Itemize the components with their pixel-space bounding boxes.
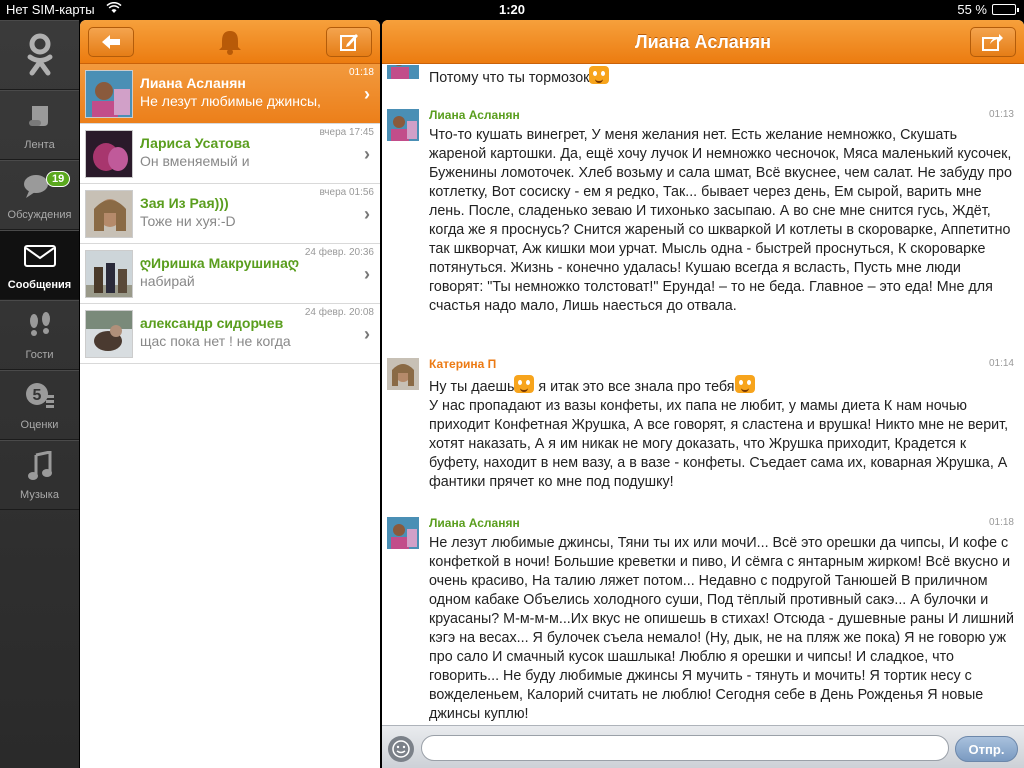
list-header [80, 20, 380, 64]
avatar [387, 517, 419, 549]
chat-title: Лиана Асланян [634, 32, 772, 52]
smiley-icon [514, 375, 535, 393]
message-body: Ну ты даешь [429, 379, 515, 395]
nav-label: Лента [24, 139, 55, 151]
conversation-time: вчера 01:56 [319, 187, 374, 198]
conversation-preview: щас пока нет ! не когда [140, 333, 291, 349]
battery-indicator: 55 % [957, 2, 1019, 17]
smiley-icon [734, 375, 755, 393]
avatar [85, 190, 133, 238]
conversation-name: Лариса Усатова [140, 135, 250, 151]
conversation-preview: Не лезут любимые джинсы, [140, 93, 321, 109]
message-author: Катерина П [429, 357, 497, 371]
send-button[interactable]: Отпр. [955, 736, 1018, 762]
smiley-face-icon [392, 740, 410, 758]
message-author: Лиана Асланян [429, 516, 520, 530]
message-author: Лиана Асланян [429, 108, 520, 122]
conversation-item[interactable]: Зая Из Рая))) Тоже ни хуя:-D вчера 01:56… [80, 184, 380, 244]
conversation-time: 01:18 [348, 67, 374, 78]
avatar [85, 130, 133, 178]
message-text: Что-то кушать винегрет, У меня желания н… [429, 127, 1012, 314]
avatar [85, 70, 133, 118]
status-bar: Нет SIM-карты 1:20 55 % [0, 0, 1024, 20]
message-time: 01:14 [988, 358, 1014, 369]
nav-label: Музыка [20, 489, 59, 501]
conversation-name: Лиана Асланян [140, 75, 246, 91]
share-icon [982, 34, 1003, 51]
compose-button[interactable] [326, 27, 372, 57]
message-body: я итак это все знала про тебя [538, 379, 735, 395]
avatar [387, 65, 419, 79]
nav-item-music[interactable]: Музыка [0, 440, 79, 510]
ok-logo[interactable] [0, 20, 79, 90]
conversation-time: 24 февр. 20:36 [304, 247, 374, 258]
conversation-time: вчера 17:45 [319, 127, 374, 138]
feed-icon [23, 99, 57, 133]
chevron-right-icon: › [364, 84, 370, 104]
nav-label: Гости [25, 349, 54, 361]
compose-bar: Отпр. [382, 725, 1024, 768]
compose-icon [340, 34, 358, 51]
ok-logo-icon [27, 33, 52, 76]
nav-item-feed[interactable]: Лента [0, 90, 79, 160]
message-time: 01:13 [988, 109, 1014, 120]
conversation-item[interactable]: ღИришка Макрушинаღ набирай 24 февр. 20:3… [80, 244, 380, 304]
nav-item-messages[interactable]: Сообщения [0, 230, 79, 300]
conversation-preview: набирай [140, 273, 195, 289]
nav-item-guests[interactable]: Гости [0, 300, 79, 370]
clock: 1:20 [498, 2, 526, 17]
discussions-badge: 19 [46, 171, 71, 187]
message-text: Не лезут любимые джинсы, Тяни ты их или … [429, 535, 1015, 722]
svg-text:5: 5 [32, 387, 41, 404]
conversation-preview: Он вменяемый и [140, 153, 250, 169]
nav-label: Оценки [20, 419, 59, 431]
conversation-name: александр сидорчев [140, 315, 284, 331]
share-button[interactable] [970, 27, 1016, 57]
avatar [387, 109, 419, 141]
message-input[interactable] [421, 735, 949, 761]
conversation-preview: Тоже ни хуя:-D [140, 213, 236, 229]
message-text: Потому что ты тормозок [429, 66, 1014, 88]
message-body: Потому что ты тормозок [429, 70, 590, 86]
message-time: 01:18 [988, 517, 1014, 528]
chevron-right-icon: › [364, 204, 370, 224]
message-text: Ну ты даешь я итак это все знала про теб… [429, 375, 1014, 492]
chat-header: Лиана Асланян [382, 20, 1024, 64]
smiley-icon [589, 66, 610, 84]
conversation-time: 24 февр. 20:08 [304, 307, 374, 318]
nav-item-ratings[interactable]: 5 Оценки [0, 370, 79, 440]
chevron-right-icon: › [364, 264, 370, 284]
conversation-name: Зая Из Рая))) [140, 195, 229, 211]
battery-percent: 55 % [957, 2, 987, 17]
nav-item-discussions[interactable]: 19 Обсуждения [0, 160, 79, 230]
notifications-icon[interactable] [218, 29, 242, 55]
avatar [85, 310, 133, 358]
conversation-name: ღИришка Макрушинаღ [140, 255, 299, 271]
nav-label: Обсуждения [7, 209, 72, 221]
back-arrow-icon [102, 35, 120, 49]
avatar [387, 358, 419, 390]
chat-panel: Лиана Асланян Потому что ты тормозок Лиа… [382, 20, 1024, 768]
footprints-icon [23, 309, 57, 343]
ratings-icon: 5 [23, 379, 57, 413]
messages-icon [23, 239, 57, 273]
avatar [85, 250, 133, 298]
emoji-button[interactable] [388, 736, 414, 762]
conversation-item[interactable]: александр сидорчев щас пока нет ! не ког… [80, 304, 380, 364]
conversation-item[interactable]: Лиана Асланян Не лезут любимые джинсы, 0… [80, 64, 380, 124]
music-icon [23, 449, 57, 483]
nav-label: Сообщения [7, 279, 72, 291]
chevron-right-icon: › [364, 144, 370, 164]
side-nav: Лента 19 Обсуждения Сообщения Гости 5 Оц… [0, 20, 79, 768]
back-button[interactable] [88, 27, 134, 57]
battery-icon [992, 4, 1019, 15]
message-body: У нас пропадают из вазы конфеты, их папа… [429, 398, 1009, 490]
conversation-item[interactable]: Лариса Усатова Он вменяемый и вчера 17:4… [80, 124, 380, 184]
message-thread[interactable]: Потому что ты тормозок Лиана Асланян 01:… [382, 65, 1024, 725]
chevron-right-icon: › [364, 324, 370, 344]
conversation-list-panel: Лиана Асланян Не лезут любимые джинсы, 0… [80, 20, 380, 768]
